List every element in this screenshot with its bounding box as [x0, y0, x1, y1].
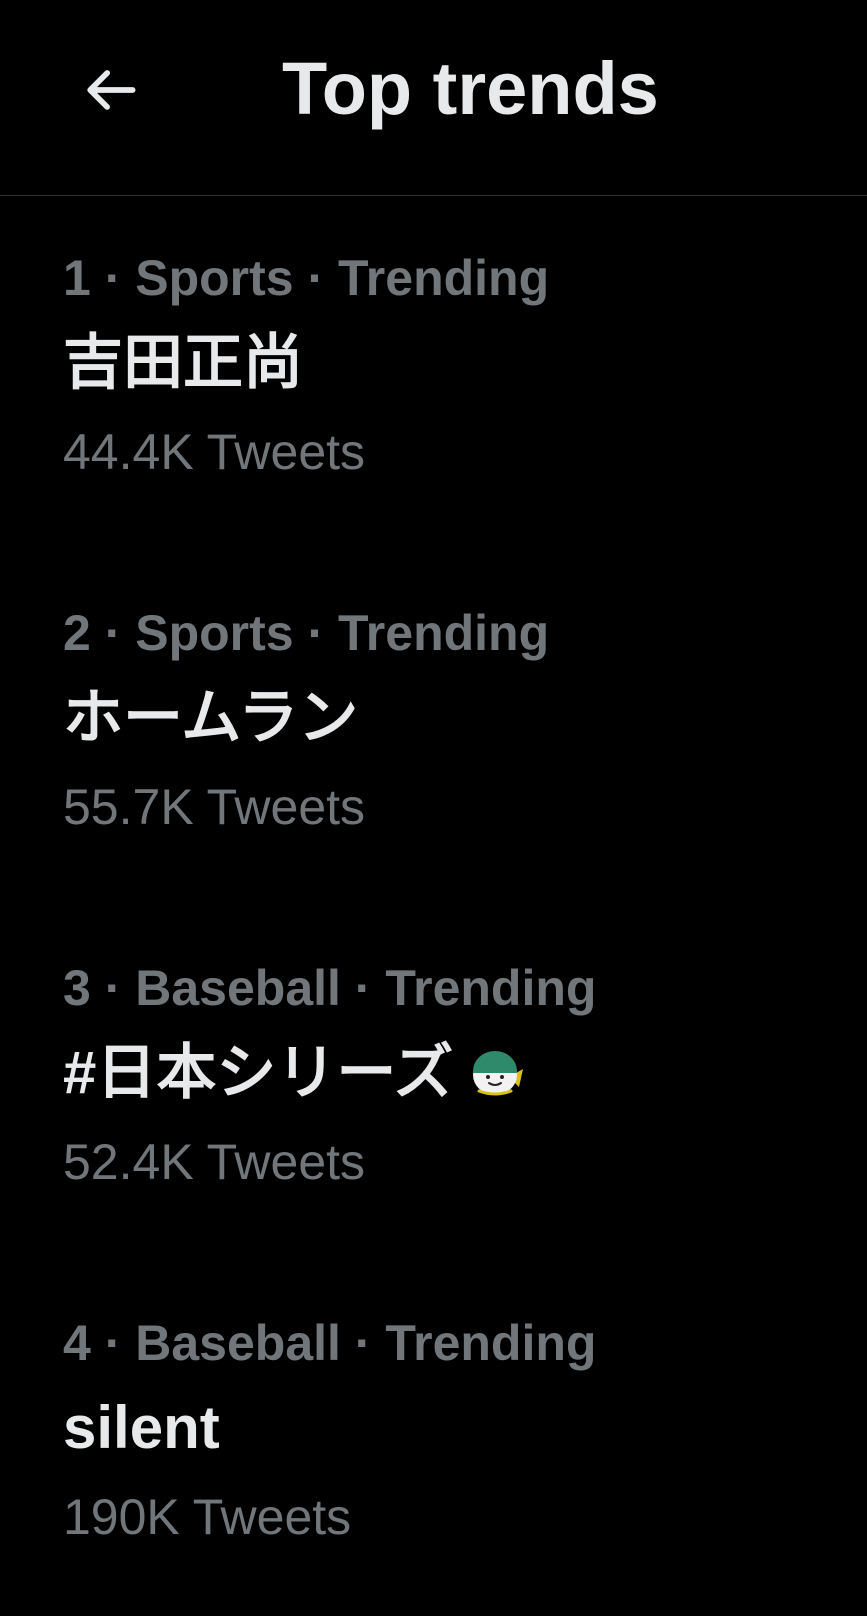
trend-name: ホームラン [63, 681, 358, 755]
trend-name: silent [63, 1391, 220, 1465]
trend-name: 吉田正尚 [63, 326, 303, 400]
trend-name-text: 吉田正尚 [63, 329, 303, 396]
trend-list: 1 · Sports · Trending 吉田正尚 44.4K Tweets … [0, 196, 867, 1616]
trend-meta: 1 · Sports · Trending [63, 250, 550, 306]
trend-tweet-count: 190K Tweets [63, 1489, 352, 1545]
trend-tweet-count: 52.4K Tweets [63, 1134, 366, 1190]
trend-item[interactable]: 2 · Sports · Trending ホームラン 55.7K Tweets [0, 551, 867, 906]
trend-name: #日本シリーズ [63, 1036, 525, 1110]
top-bar: Top trends [0, 0, 867, 196]
arrow-left-icon [87, 70, 136, 110]
trend-tweet-count: 44.4K Tweets [63, 424, 366, 480]
trend-name-text: ホームラン [63, 684, 359, 751]
back-button[interactable] [62, 42, 158, 138]
trend-item[interactable]: 4 · Baseball · Trending silent 190K Twee… [0, 1261, 867, 1616]
page-title: Top trends [282, 47, 659, 130]
trend-meta: 3 · Baseball · Trending [63, 960, 597, 1016]
trend-name-text: #日本シリーズ [63, 1039, 454, 1106]
trend-meta: 4 · Baseball · Trending [63, 1315, 597, 1371]
trend-item[interactable]: 3 · Baseball · Trending #日本シリーズ 52.4K Tw… [0, 906, 867, 1261]
hashflag-mascot-icon [473, 1051, 524, 1096]
trend-tweet-count: 55.7K Tweets [63, 779, 366, 835]
trend-name-text: silent [63, 1394, 220, 1461]
trend-item[interactable]: 1 · Sports · Trending 吉田正尚 44.4K Tweets [0, 196, 867, 551]
trend-meta: 2 · Sports · Trending [63, 605, 550, 661]
